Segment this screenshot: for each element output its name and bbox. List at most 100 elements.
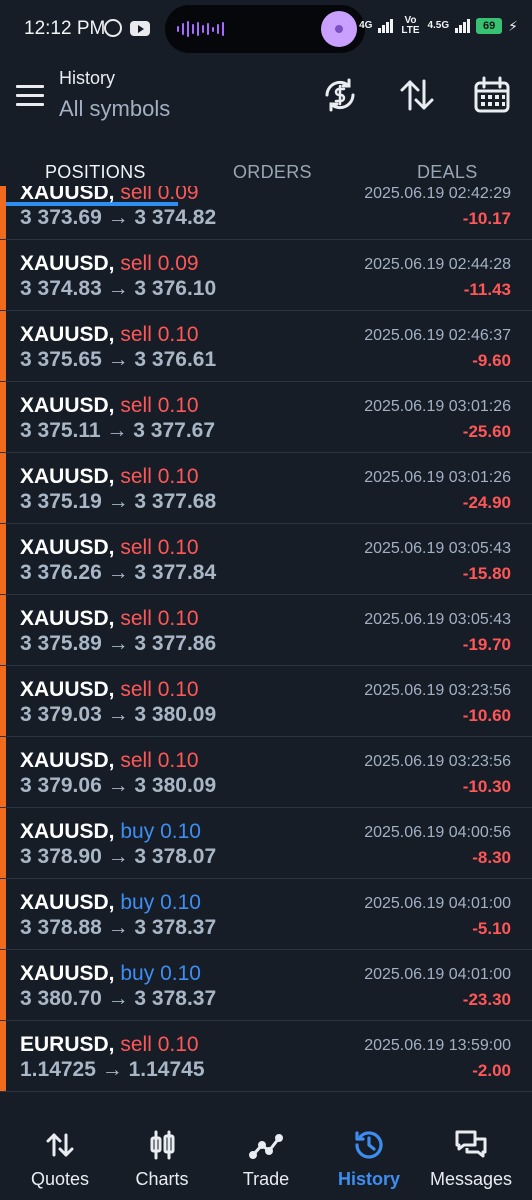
row-profit: -10.30	[462, 777, 511, 796]
row-symbol: XAUUSD, sell 0.10	[20, 465, 199, 489]
row-profit: -10.60	[462, 706, 511, 725]
row-marker	[0, 879, 6, 949]
position-row[interactable]: XAUUSD, sell 0.10 3 375.11 → 3 377.67 2025…	[0, 382, 532, 453]
row-prices: 3 378.90 → 3 378.07	[20, 845, 216, 869]
open-price: 3 375.11	[20, 419, 101, 442]
currency-exchange-icon[interactable]	[320, 75, 360, 115]
open-price: 3 380.70	[20, 987, 102, 1010]
battery-icon: 69	[476, 18, 503, 34]
arrow-icon: →	[101, 916, 135, 939]
row-time: 2025.06.19 02:44:28	[364, 256, 511, 273]
row-symbol: XAUUSD, sell 0.09	[20, 186, 199, 205]
arrow-icon: →	[101, 277, 135, 300]
row-symbol: XAUUSD, buy 0.10	[20, 962, 201, 986]
sort-icon[interactable]	[397, 75, 437, 115]
row-time: 2025.06.19 04:01:00	[364, 966, 511, 983]
row-symbol: XAUUSD, buy 0.10	[20, 820, 201, 844]
calendar-icon[interactable]	[472, 75, 512, 115]
row-symbol: XAUUSD, sell 0.10	[20, 394, 199, 418]
row-profit: -23.30	[462, 990, 511, 1009]
network-4g-label: 4G	[359, 20, 373, 31]
symbol-name: XAUUSD,	[20, 820, 115, 843]
symbol-name: XAUUSD,	[20, 607, 115, 630]
charging-icon: ⚡	[508, 18, 518, 34]
position-row[interactable]: XAUUSD, buy 0.10 3 380.70 → 3 378.37 2025.…	[0, 950, 532, 1021]
arrow-icon: →	[95, 1058, 129, 1081]
row-prices: 3 376.26 → 3 377.84	[20, 561, 216, 585]
status-bar: 12:12 PM 4G Vo LTE 4.5G 69 ⚡	[0, 0, 532, 58]
positions-list[interactable]: XAUUSD, sell 0.09 3 373.69 → 3 374.82 2025…	[0, 186, 532, 1110]
row-profit: -19.70	[462, 635, 511, 654]
row-marker	[0, 666, 6, 736]
row-prices: 3 379.06 → 3 380.09	[20, 774, 216, 798]
position-row[interactable]: EURUSD, sell 0.10 1.14725 → 1.14745 2025.0…	[0, 1021, 532, 1092]
nav-trade[interactable]: Trade	[213, 1110, 319, 1200]
nav-label-trade: Trade	[242, 1169, 290, 1189]
close-price: 3 377.67	[133, 419, 216, 442]
row-marker	[0, 186, 6, 239]
quotes-icon	[43, 1128, 77, 1162]
nav-messages[interactable]: Messages	[418, 1110, 524, 1200]
row-symbol: XAUUSD, sell 0.09	[20, 252, 199, 276]
row-marker	[0, 453, 6, 523]
symbol-name: XAUUSD,	[20, 749, 115, 772]
row-profit: -8.30	[472, 848, 511, 867]
open-price: 3 375.89	[20, 632, 102, 655]
trade-type: sell 0.10	[120, 323, 199, 346]
position-row[interactable]: XAUUSD, sell 0.09 3 374.83 → 3 376.10 2025…	[0, 240, 532, 311]
open-price: 3 378.88	[20, 916, 102, 939]
row-marker	[0, 808, 6, 878]
media-island[interactable]	[165, 5, 365, 53]
row-prices: 3 375.65 → 3 376.61	[20, 348, 216, 372]
position-row[interactable]: XAUUSD, buy 0.10 3 378.88 → 3 378.37 2025.…	[0, 879, 532, 950]
nav-label-charts: Charts	[135, 1169, 189, 1189]
position-row[interactable]: XAUUSD, sell 0.10 3 375.65 → 3 376.61 2025…	[0, 311, 532, 382]
symbol-name: XAUUSD,	[20, 891, 115, 914]
row-time: 2025.06.19 03:05:43	[364, 611, 511, 628]
row-profit: -10.17	[462, 209, 511, 228]
position-row[interactable]: XAUUSD, sell 0.09 3 373.69 → 3 374.82 2025…	[0, 186, 532, 240]
position-row[interactable]: XAUUSD, buy 0.10 3 378.90 → 3 378.07 2025.…	[0, 808, 532, 879]
row-profit: -24.90	[462, 493, 511, 512]
tab-deals[interactable]: DEALS	[417, 162, 478, 183]
row-marker	[0, 382, 6, 452]
position-row[interactable]: XAUUSD, sell 0.10 3 376.26 → 3 377.84 2025…	[0, 524, 532, 595]
status-indicators: 4G Vo LTE 4.5G 69 ⚡	[359, 16, 518, 36]
row-marker	[0, 240, 6, 310]
position-row[interactable]: XAUUSD, sell 0.10 3 379.06 → 3 380.09 2025…	[0, 737, 532, 808]
row-prices: 3 380.70 → 3 378.37	[20, 987, 216, 1011]
menu-icon[interactable]	[16, 85, 44, 107]
row-symbol: XAUUSD, sell 0.10	[20, 536, 199, 560]
row-prices: 3 375.89 → 3 377.86	[20, 632, 216, 656]
close-price: 1.14745	[128, 1058, 205, 1081]
row-time: 2025.06.19 03:01:26	[364, 398, 511, 415]
symbol-filter[interactable]: All symbols	[59, 96, 170, 122]
nav-label-history: History	[337, 1169, 400, 1189]
open-price: 3 376.26	[20, 561, 102, 584]
row-prices: 3 379.03 → 3 380.09	[20, 703, 216, 727]
nav-history[interactable]: History	[316, 1110, 422, 1200]
app-notification-icon	[104, 19, 122, 37]
close-price: 3 376.61	[134, 348, 217, 371]
tab-orders[interactable]: ORDERS	[233, 162, 312, 183]
arrow-icon: →	[101, 632, 135, 655]
row-time: 2025.06.19 04:01:00	[364, 895, 511, 912]
charts-icon	[145, 1128, 179, 1162]
nav-charts[interactable]: Charts	[109, 1110, 215, 1200]
trade-type: sell 0.10	[120, 536, 199, 559]
signal-icon	[378, 19, 394, 33]
row-marker	[0, 524, 6, 594]
row-prices: 3 374.83 → 3 376.10	[20, 277, 216, 301]
tab-positions[interactable]: POSITIONS	[45, 162, 146, 183]
symbol-name: XAUUSD,	[20, 186, 115, 204]
arrow-icon: →	[101, 987, 135, 1010]
messages-icon	[454, 1128, 488, 1162]
nav-quotes[interactable]: Quotes	[7, 1110, 113, 1200]
arrow-icon: →	[100, 419, 134, 442]
open-price: 3 378.90	[20, 845, 102, 868]
position-row[interactable]: XAUUSD, sell 0.10 3 379.03 → 3 380.09 2025…	[0, 666, 532, 737]
history-icon	[352, 1128, 386, 1162]
row-marker	[0, 1021, 6, 1091]
position-row[interactable]: XAUUSD, sell 0.10 3 375.19 → 3 377.68 2025…	[0, 453, 532, 524]
position-row[interactable]: XAUUSD, sell 0.10 3 375.89 → 3 377.86 2025…	[0, 595, 532, 666]
